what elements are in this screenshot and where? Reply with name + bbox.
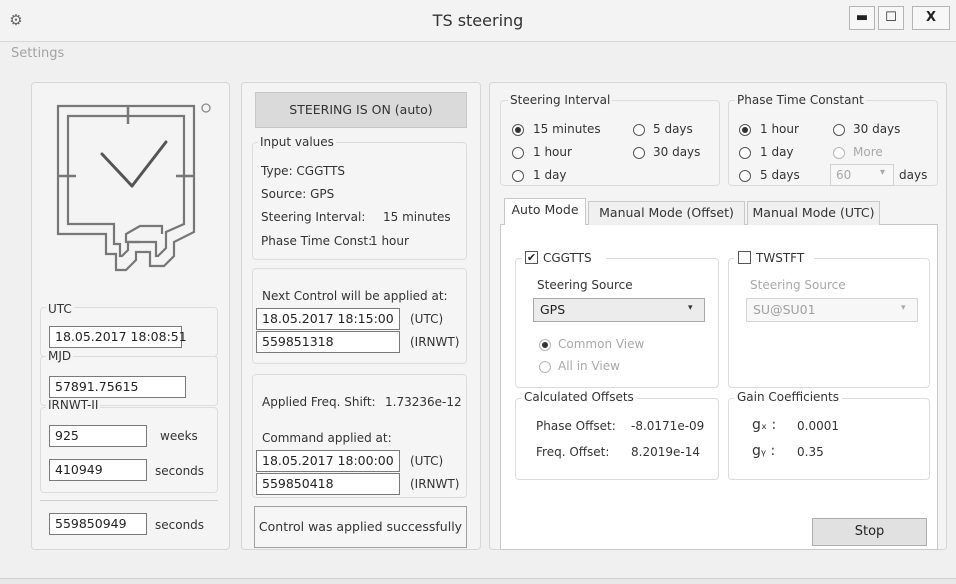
utc-label: UTC bbox=[46, 302, 74, 316]
twstft-checkbox[interactable] bbox=[738, 251, 751, 264]
phase-offset-label: Phase Offset: bbox=[536, 419, 616, 433]
source-line: Source: GPS bbox=[261, 187, 335, 201]
interval-value: 15 minutes bbox=[383, 210, 451, 224]
offsets-title: Calculated Offsets bbox=[521, 390, 637, 404]
interval-15min-label[interactable]: 15 minutes bbox=[533, 122, 601, 136]
ptc-5days-label[interactable]: 5 days bbox=[760, 168, 800, 182]
twstft-label[interactable]: TWSTFT bbox=[756, 251, 804, 265]
maximize-button[interactable]: ☐ bbox=[878, 6, 904, 30]
gy-value: 0.35 bbox=[797, 445, 824, 459]
ptc-label: Phase Time Const: bbox=[261, 234, 373, 248]
next-irnwt-field[interactable]: 559851318 bbox=[256, 331, 400, 353]
gy-label: gᵧ : bbox=[752, 443, 776, 459]
phase-offset-value: -8.0171e-09 bbox=[631, 419, 705, 433]
chevron-down-icon[interactable]: ▾ bbox=[880, 167, 885, 178]
ptc-30days-radio[interactable] bbox=[833, 124, 845, 136]
interval-1hour-radio[interactable] bbox=[512, 147, 524, 159]
ptc-30days-label[interactable]: 30 days bbox=[853, 122, 900, 136]
ptc-value: 1 hour bbox=[370, 234, 409, 248]
cggtts-source-label: Steering Source bbox=[537, 278, 633, 292]
offsets-group bbox=[515, 398, 719, 480]
settings-menu[interactable]: Settings bbox=[11, 46, 64, 61]
window-title: TS steering bbox=[432, 11, 524, 30]
gains-group bbox=[728, 398, 930, 480]
result-message: Control was applied successfully bbox=[254, 506, 467, 548]
next-irnwt-unit: (IRNWT) bbox=[410, 335, 460, 349]
freq-offset-value: 8.2019e-14 bbox=[631, 445, 700, 459]
seconds-unit: seconds bbox=[155, 464, 205, 478]
clock-logo-icon bbox=[56, 103, 211, 272]
irnwt-label: IRNWT-II bbox=[46, 398, 101, 412]
days-label: days bbox=[899, 168, 928, 182]
ptc-more-label[interactable]: More bbox=[853, 145, 883, 159]
command-applied-title: Command applied at: bbox=[262, 431, 392, 445]
chevron-down-icon[interactable]: ▾ bbox=[901, 303, 906, 313]
window-bottom-edge bbox=[0, 578, 956, 584]
ptc-more-radio[interactable] bbox=[833, 147, 845, 159]
days-value: 60 bbox=[836, 168, 852, 182]
interval-15min-radio[interactable] bbox=[512, 124, 524, 136]
divider bbox=[40, 500, 218, 501]
phase-time-constant-title: Phase Time Constant bbox=[735, 93, 866, 107]
all-in-view-label[interactable]: All in View bbox=[558, 359, 620, 373]
total-seconds-unit: seconds bbox=[155, 518, 205, 532]
common-view-radio[interactable] bbox=[539, 339, 551, 351]
ptc-1hour-label[interactable]: 1 hour bbox=[760, 122, 799, 136]
steering-interval-title: Steering Interval bbox=[508, 93, 613, 107]
interval-5days-label[interactable]: 5 days bbox=[653, 122, 693, 136]
freq-shift-label: Applied Freq. Shift: bbox=[262, 395, 376, 409]
next-utc-unit: (UTC) bbox=[410, 312, 444, 326]
chevron-down-icon[interactable]: ▾ bbox=[688, 303, 693, 313]
all-in-view-radio[interactable] bbox=[539, 361, 551, 373]
gx-value: 0.0001 bbox=[797, 419, 839, 433]
utc-field[interactable]: 18.05.2017 18:08:51 bbox=[49, 326, 187, 348]
minimize-button[interactable]: ▬ bbox=[849, 6, 875, 30]
interval-1day-radio[interactable] bbox=[512, 170, 524, 182]
weeks-unit: weeks bbox=[160, 429, 198, 443]
weeks-field[interactable]: 925 bbox=[49, 425, 147, 447]
close-button[interactable]: X bbox=[912, 6, 950, 30]
common-view-label[interactable]: Common View bbox=[558, 337, 644, 351]
mjd-label: MJD bbox=[46, 349, 74, 363]
interval-30days-radio[interactable] bbox=[633, 147, 645, 159]
input-values-title: Input values bbox=[258, 135, 336, 149]
cmd-utc-field[interactable]: 18.05.2017 18:00:00 bbox=[256, 450, 400, 472]
type-line: Type: CGGTTS bbox=[261, 164, 346, 178]
ptc-1hour-radio[interactable] bbox=[739, 124, 751, 136]
twstft-source-label: Steering Source bbox=[750, 278, 846, 292]
ptc-5days-radio[interactable] bbox=[739, 170, 751, 182]
cmd-utc-unit: (UTC) bbox=[410, 454, 444, 468]
cggtts-source-select[interactable]: GPS bbox=[533, 298, 705, 322]
ptc-1day-radio[interactable] bbox=[739, 147, 751, 159]
twstft-source-select[interactable]: SU@SU01 bbox=[746, 298, 918, 322]
stop-button[interactable]: Stop bbox=[812, 518, 927, 546]
steering-state-indicator: STEERING IS ON (auto) bbox=[255, 92, 467, 128]
interval-30days-label[interactable]: 30 days bbox=[653, 145, 700, 159]
total-seconds-field[interactable]: 559850949 bbox=[49, 513, 147, 535]
tab-auto-mode[interactable]: Auto Mode bbox=[504, 198, 586, 225]
mjd-field[interactable]: 57891.75615 bbox=[49, 376, 186, 398]
cmd-irnwt-unit: (IRNWT) bbox=[410, 477, 460, 491]
cggtts-label[interactable]: CGGTTS bbox=[543, 251, 592, 265]
tab-manual-offset[interactable]: Manual Mode (Offset) bbox=[588, 201, 745, 225]
seconds-field[interactable]: 410949 bbox=[49, 459, 147, 481]
gx-label: gₓ : bbox=[752, 417, 777, 433]
ptc-1day-label[interactable]: 1 day bbox=[760, 145, 794, 159]
interval-1hour-label[interactable]: 1 hour bbox=[533, 145, 572, 159]
freq-offset-label: Freq. Offset: bbox=[536, 445, 610, 459]
interval-5days-radio[interactable] bbox=[633, 124, 645, 136]
freq-shift-value: 1.73236e-12 bbox=[385, 395, 462, 409]
gains-title: Gain Coefficients bbox=[734, 390, 842, 404]
interval-label: Steering Interval: bbox=[261, 210, 366, 224]
cggtts-checkbox[interactable]: ✔ bbox=[525, 251, 538, 264]
next-control-title: Next Control will be applied at: bbox=[262, 289, 448, 303]
next-utc-field[interactable]: 18.05.2017 18:15:00 bbox=[256, 308, 400, 330]
interval-1day-label[interactable]: 1 day bbox=[533, 168, 567, 182]
tab-manual-utc[interactable]: Manual Mode (UTC) bbox=[747, 201, 880, 225]
cmd-irnwt-field[interactable]: 559850418 bbox=[256, 473, 400, 495]
